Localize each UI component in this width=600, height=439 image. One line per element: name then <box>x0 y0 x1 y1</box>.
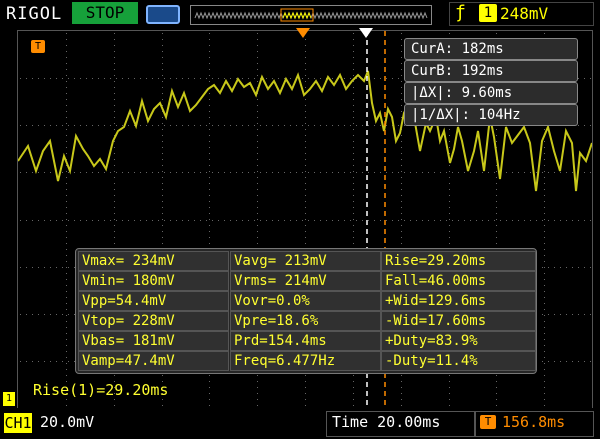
measurement-cell: Vrms= 214mV <box>230 271 381 291</box>
measurement-cell: Vbas= 181mV <box>78 331 229 351</box>
waveform-overview-icon <box>194 8 428 22</box>
trigger-offset-value: 156.8ms <box>502 413 566 431</box>
channel-1-scale[interactable]: 20.0mV <box>40 413 94 431</box>
memory-depth-icon <box>146 5 180 24</box>
measurement-cell: +Duty=83.9% <box>381 331 536 351</box>
measurement-cell: Vmax= 234mV <box>78 251 229 271</box>
cursor-inverse-delta-x-readout: |1/ΔX|: 104Hz <box>404 104 578 126</box>
trigger-channel-badge: 1 <box>479 4 497 22</box>
measurement-cell: +Wid=129.6ms <box>381 291 536 311</box>
brand-logo: RIGOL <box>6 4 63 24</box>
rise-readout: Rise(1)=29.20ms <box>33 381 169 399</box>
trigger-level: 248mV <box>500 4 549 23</box>
measurement-cell: Prd=154.4ms <box>230 331 381 351</box>
channel-1-badge[interactable]: CH1 <box>4 413 32 433</box>
cursor-delta-x-readout: |ΔX|: 9.60ms <box>404 82 578 104</box>
trigger-position-marker-icon[interactable] <box>296 28 310 40</box>
channel-1-ground-marker[interactable]: 1 <box>3 392 15 406</box>
measurement-cell: -Wid=17.60ms <box>381 311 536 331</box>
cursor-a-marker-icon[interactable] <box>359 28 373 40</box>
measurement-cell: -Duty=11.4% <box>381 351 536 371</box>
measurement-cell: Rise=29.20ms <box>381 251 536 271</box>
cursor-b-readout: CurB: 192ms <box>404 60 578 82</box>
measurement-cell: Vamp=47.4mV <box>78 351 229 371</box>
measurement-cell: Vtop= 228mV <box>78 311 229 331</box>
measurement-cell: Vpp=54.4mV <box>78 291 229 311</box>
waveform-overview[interactable] <box>190 5 432 25</box>
cursor-a-readout: CurA: 182ms <box>404 38 578 60</box>
timebase-readout: Time 20.00ms <box>332 413 441 431</box>
run-stop-status[interactable]: STOP <box>72 2 138 24</box>
measurement-cell: Freq=6.477Hz <box>230 351 381 371</box>
measurement-cell: Vavg= 213mV <box>230 251 381 271</box>
measurement-cell: Vmin= 180mV <box>78 271 229 291</box>
trigger-offset-icon: T <box>480 415 496 429</box>
measurement-cell: Vovr=0.0% <box>230 291 381 311</box>
rising-edge-icon: ƒ <box>455 2 466 23</box>
measurement-cell: Fall=46.00ms <box>381 271 536 291</box>
trigger-level-marker[interactable]: T <box>31 40 45 53</box>
measurement-cell: Vpre=18.6% <box>230 311 381 331</box>
